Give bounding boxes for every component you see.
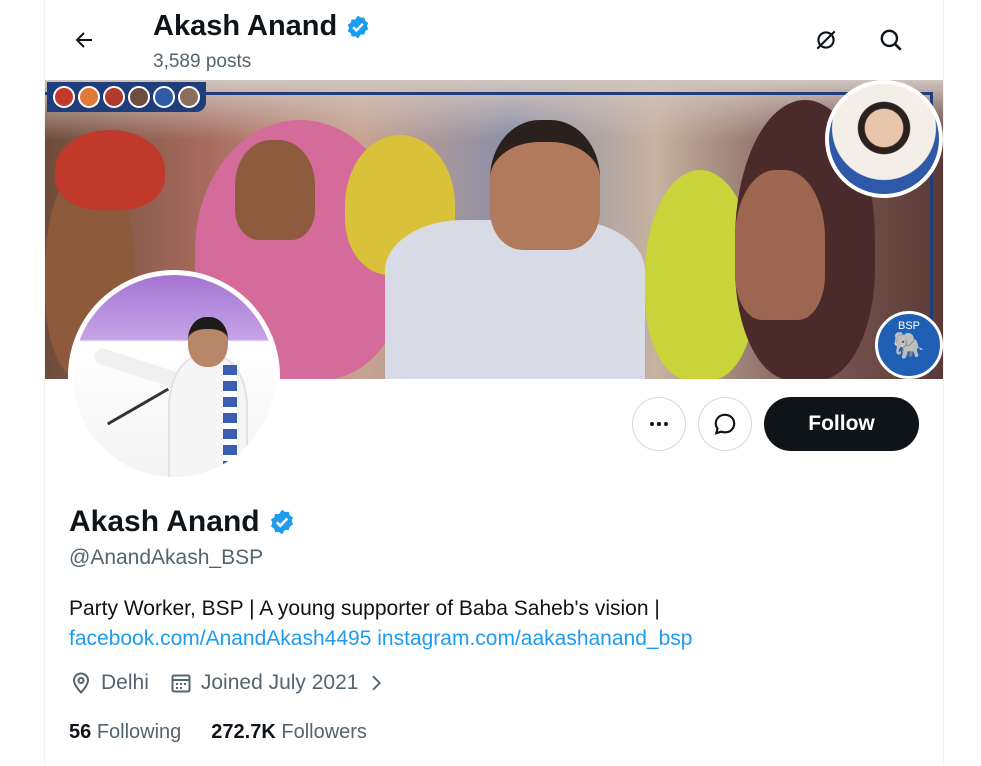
message-icon (714, 413, 736, 435)
joined-item[interactable]: Joined July 2021 (169, 671, 387, 695)
followers-stat[interactable]: 272.7K Followers (211, 721, 367, 744)
profile-bio: Party Worker, BSP | A young supporter of… (69, 594, 849, 654)
chevron-right-icon (372, 675, 382, 691)
header-post-count: 3,589 posts (153, 51, 252, 72)
profile-stats: 56 Following 272.7K Followers (69, 721, 397, 744)
more-icon (650, 422, 668, 426)
more-button[interactable] (632, 397, 686, 451)
leader-portrait (128, 86, 150, 108)
grok-icon (816, 30, 836, 50)
avatar-scarf (223, 365, 237, 475)
location-icon (72, 672, 90, 694)
message-button[interactable] (698, 397, 752, 451)
verified-badge-icon[interactable] (268, 508, 296, 536)
calendar-icon (171, 674, 191, 693)
leader-portrait (153, 86, 175, 108)
location-item: Delhi (69, 671, 149, 695)
avatar-microphone (106, 387, 170, 426)
joined-text: Joined July 2021 (200, 671, 359, 694)
bio-text: Party Worker, BSP | A young supporter of… (69, 597, 660, 620)
verified-badge-icon (348, 15, 369, 38)
leader-portraits (47, 82, 206, 112)
header-name: Akash Anand (153, 10, 371, 43)
leader-portrait (53, 86, 75, 108)
search-button[interactable] (871, 20, 911, 60)
followers-count: 272.7K (211, 721, 276, 743)
elephant-icon: 🐘 (892, 330, 926, 360)
banner-leader-portrait (825, 80, 943, 198)
back-arrow-icon (75, 32, 92, 48)
followers-label: Followers (281, 721, 367, 743)
location-text: Delhi (101, 671, 149, 694)
header-name-text: Akash Anand (153, 10, 338, 42)
profile-meta: Delhi Joined July 2021 (69, 671, 406, 695)
bio-link-instagram[interactable]: instagram.com/aakashanand_bsp (377, 627, 692, 650)
profile-name: Akash Anand (69, 505, 296, 539)
follow-button[interactable]: Follow (764, 397, 919, 451)
search-icon (880, 29, 902, 51)
avatar-head (188, 317, 228, 367)
profile-handle: @AnandAkash_BSP (69, 546, 264, 569)
profile-name-text: Akash Anand (69, 505, 260, 538)
following-label: Following (96, 721, 182, 743)
profile-avatar[interactable] (68, 270, 280, 482)
bio-link-facebook[interactable]: facebook.com/AnandAkash4495 (69, 627, 371, 650)
bsp-logo: BSP 🐘 (875, 311, 943, 379)
leader-portrait (178, 86, 200, 108)
following-count: 56 (69, 721, 92, 743)
grok-button[interactable] (806, 20, 846, 60)
avatar-arm (92, 346, 184, 390)
leader-portrait (78, 86, 100, 108)
leader-portrait (103, 86, 125, 108)
following-stat[interactable]: 56 Following (69, 721, 181, 744)
back-button[interactable] (64, 20, 104, 60)
